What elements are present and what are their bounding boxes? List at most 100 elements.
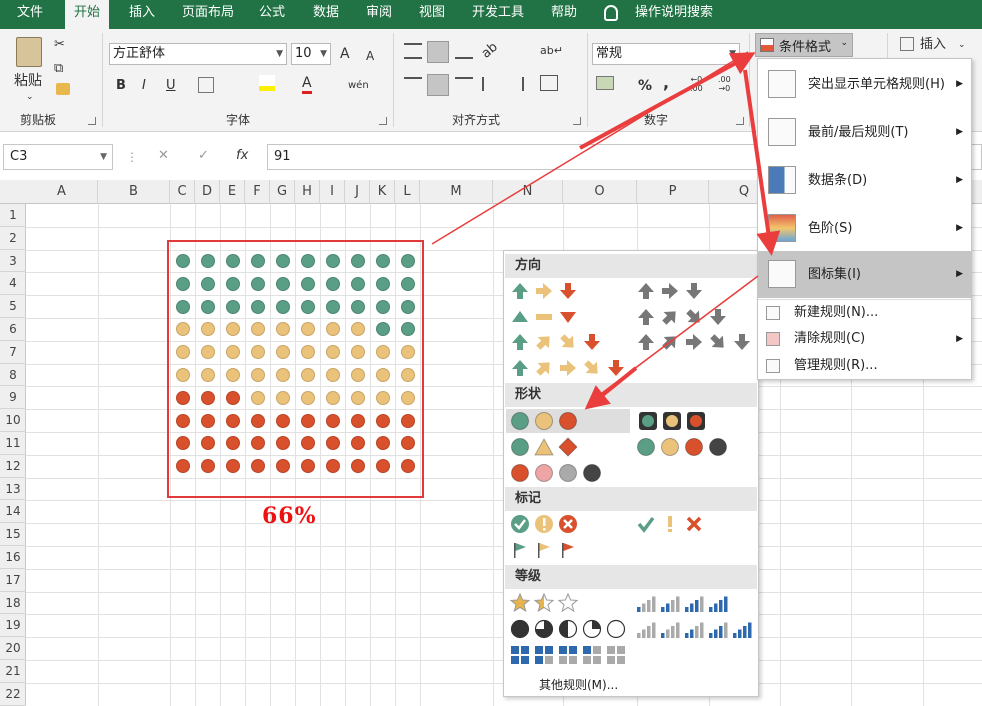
paste-icon[interactable] — [16, 37, 42, 67]
clipboard-launcher-icon[interactable] — [88, 117, 96, 125]
tab-help[interactable]: 帮助 — [542, 0, 586, 29]
tab-review[interactable]: 审阅 — [357, 0, 401, 29]
flag-icon[interactable] — [510, 540, 530, 560]
font-name-combo[interactable]: 方正舒体 ▼ — [109, 43, 287, 65]
chevron-down-icon[interactable]: ⌄ — [958, 35, 966, 55]
currency-icon[interactable] — [596, 76, 614, 90]
border-icon[interactable] — [198, 77, 214, 93]
row-header[interactable]: 7 — [0, 341, 26, 364]
circle-icon[interactable] — [708, 437, 728, 457]
signal-bars-icon[interactable] — [684, 593, 704, 613]
underline-button[interactable]: U — [166, 76, 176, 96]
circle-icon[interactable] — [636, 437, 656, 457]
column-header[interactable]: N — [493, 180, 563, 204]
signal-bars-icon[interactable] — [732, 619, 752, 639]
row-header[interactable]: 15 — [0, 523, 26, 546]
triangle-down-icon[interactable] — [558, 307, 578, 327]
circle-icon[interactable] — [534, 463, 554, 483]
row-header[interactable]: 11 — [0, 432, 26, 455]
align-middle-icon[interactable] — [427, 41, 449, 63]
exclamation-icon[interactable] — [660, 514, 680, 534]
check-icon[interactable] — [636, 514, 656, 534]
menu-new-rule[interactable]: 新建规则(N)... — [758, 300, 971, 326]
tab-home[interactable]: 开始 — [65, 0, 110, 29]
column-header[interactable]: O — [563, 180, 637, 204]
arrow-icon[interactable] — [684, 332, 704, 352]
tell-me-search[interactable]: 操作说明搜索 — [626, 0, 722, 29]
circle-icon[interactable] — [510, 437, 530, 457]
quarter-box-icon[interactable] — [510, 645, 530, 665]
column-header[interactable]: G — [270, 180, 295, 204]
more-rules-item[interactable]: 其他规则(M)... — [539, 676, 618, 693]
menu-data-bars[interactable]: 数据条(D) ▶ — [758, 157, 971, 204]
signal-bars-icon[interactable] — [660, 593, 680, 613]
copy-icon[interactable]: ⧉ — [54, 59, 63, 79]
row-header[interactable]: 16 — [0, 546, 26, 569]
row-header[interactable]: 4 — [0, 272, 26, 296]
row-header[interactable]: 10 — [0, 409, 26, 432]
name-box[interactable]: C3 ▼ — [3, 144, 113, 170]
shrink-font-button[interactable]: A — [366, 46, 374, 66]
row-header[interactable]: 19 — [0, 614, 26, 638]
increase-decimal-icon[interactable]: ←0.00 — [690, 75, 703, 93]
arrow-up-icon[interactable] — [510, 281, 530, 301]
circle-icon[interactable] — [558, 463, 578, 483]
orientation-icon[interactable]: ab — [477, 38, 502, 64]
exclamation-circle-icon[interactable] — [534, 514, 554, 534]
menu-highlight-cells-rules[interactable]: 突出显示单元格规则(H) ▶ — [758, 61, 971, 108]
arrow-icon[interactable] — [732, 332, 752, 352]
tab-formulas[interactable]: 公式 — [250, 0, 294, 29]
column-header[interactable]: D — [195, 180, 220, 204]
align-center-icon[interactable] — [427, 74, 449, 96]
signal-bars-icon[interactable] — [708, 619, 728, 639]
insert-function-button[interactable]: fx — [236, 144, 248, 168]
harvey-ball-icon[interactable] — [606, 619, 626, 639]
number-format-combo[interactable]: 常规 ▼ — [592, 43, 740, 65]
tab-insert[interactable]: 插入 — [120, 0, 164, 29]
star-icon[interactable] — [557, 592, 579, 613]
column-header[interactable]: I — [320, 180, 345, 204]
dash-icon[interactable] — [534, 307, 554, 327]
format-painter-icon[interactable] — [56, 83, 70, 95]
arrow-icon[interactable] — [606, 358, 626, 378]
cancel-icon[interactable]: ✕ — [158, 144, 169, 168]
arrow-right-icon[interactable] — [534, 281, 554, 301]
italic-button[interactable]: I — [142, 76, 146, 96]
signal-bars-icon[interactable] — [684, 619, 704, 639]
circle-icon[interactable] — [510, 411, 530, 431]
star-icon[interactable] — [533, 592, 555, 613]
arrow-icon[interactable] — [534, 358, 554, 378]
tab-page-layout[interactable]: 页面布局 — [173, 0, 243, 29]
rimmed-circle-icon[interactable] — [662, 411, 682, 431]
font-size-combo[interactable]: 10 ▼ — [291, 43, 331, 65]
signal-bars-icon[interactable] — [660, 619, 680, 639]
arrow-icon[interactable] — [660, 332, 680, 352]
column-header[interactable]: C — [170, 180, 195, 204]
arrow-icon[interactable] — [660, 307, 680, 327]
row-header[interactable]: 12 — [0, 455, 26, 478]
rimmed-circle-icon[interactable] — [638, 411, 658, 431]
column-header[interactable]: L — [395, 180, 420, 204]
signal-bars-icon[interactable] — [636, 619, 656, 639]
fill-color-icon[interactable] — [259, 75, 275, 91]
quarter-box-icon[interactable] — [534, 645, 554, 665]
column-header[interactable]: J — [345, 180, 370, 204]
tab-developer[interactable]: 开发工具 — [463, 0, 533, 29]
quarter-box-icon[interactable] — [558, 645, 578, 665]
signal-bars-icon[interactable] — [636, 593, 656, 613]
check-circle-icon[interactable] — [510, 514, 530, 534]
row-header[interactable]: 18 — [0, 592, 26, 615]
font-launcher-icon[interactable] — [379, 117, 387, 125]
row-header[interactable]: 8 — [0, 364, 26, 387]
rimmed-circle-icon[interactable] — [686, 411, 706, 431]
triangle-up-icon[interactable] — [510, 307, 530, 327]
circle-icon[interactable] — [660, 437, 680, 457]
circle-icon[interactable] — [558, 411, 578, 431]
quarter-box-icon[interactable] — [582, 645, 602, 665]
font-color-button[interactable]: A — [302, 75, 312, 94]
column-header[interactable]: K — [370, 180, 395, 204]
arrow-icon[interactable] — [636, 307, 656, 327]
phonetic-button[interactable]: wén — [348, 76, 369, 96]
cut-icon[interactable]: ✂ — [54, 35, 65, 55]
triangle-icon[interactable] — [534, 437, 554, 457]
